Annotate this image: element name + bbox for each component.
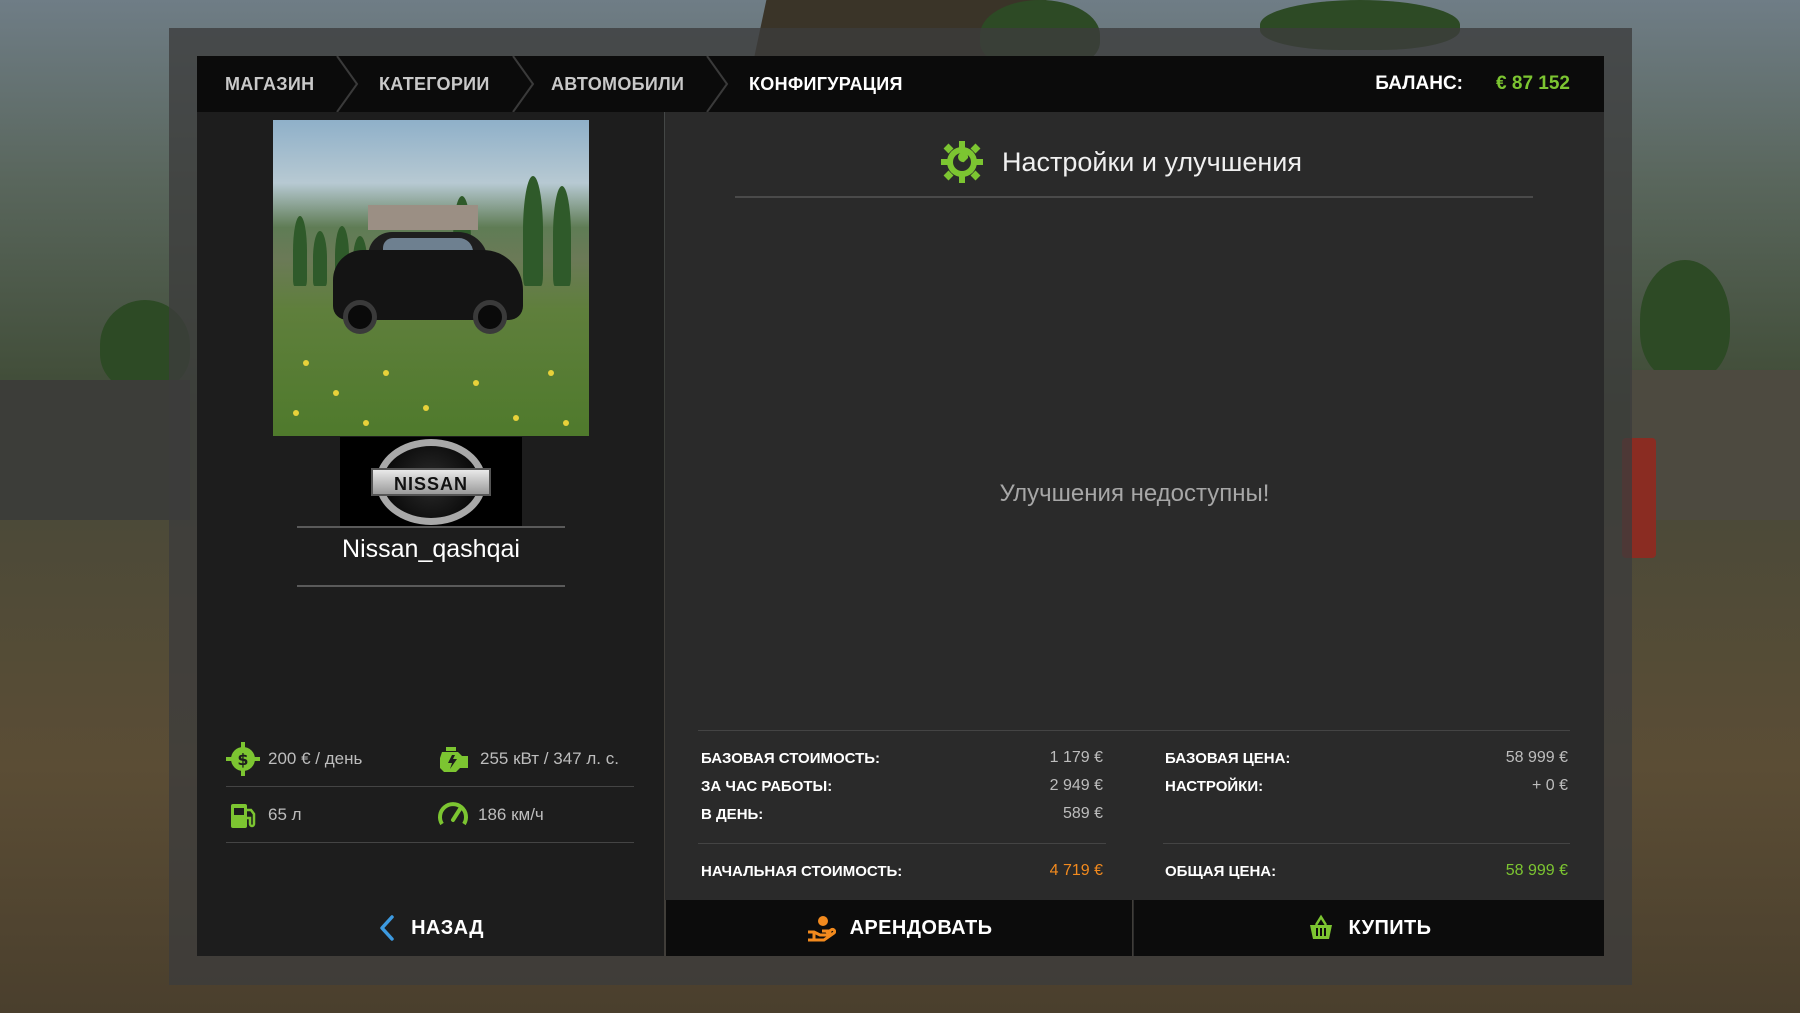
cost-value-per-day: 589 € (1062, 805, 1103, 822)
stat-speed-value: 186 км/ч (478, 805, 544, 824)
breadcrumb-separator-icon (512, 56, 535, 112)
back-button[interactable]: НАЗАД (197, 900, 664, 956)
buy-button[interactable]: КУПИТЬ (1134, 900, 1604, 956)
divider (226, 786, 634, 787)
cost-label-base: БАЗОВАЯ СТОИМОСТЬ: (701, 750, 881, 767)
fuel-pump-icon (231, 804, 256, 828)
divider (698, 843, 1106, 844)
vehicle-name: Nissan_qashqai (342, 535, 520, 563)
wrench-gear-icon (941, 141, 983, 183)
brand-logo: NISSAN (340, 437, 522, 527)
divider (226, 842, 634, 843)
balance-label: БАЛАНС: (1375, 73, 1463, 94)
back-button-label: НАЗАД (411, 916, 484, 939)
breadcrumb-separator-icon (336, 56, 359, 112)
background-tree (1640, 260, 1730, 380)
brand-logo-text: NISSAN (371, 468, 491, 496)
cost-value-base: 1 179 € (1049, 749, 1103, 766)
breadcrumb-categories[interactable]: КАТЕГОРИИ (379, 56, 490, 112)
cost-label-per-hour: ЗА ЧАС РАБОТЫ: (701, 778, 833, 795)
breadcrumb-shop[interactable]: МАГАЗИН (225, 56, 314, 112)
rent-button-label: АРЕНДОВАТЬ (849, 916, 993, 939)
divider (1163, 843, 1570, 844)
nissan-logo-icon: NISSAN (371, 439, 491, 525)
price-label-base: БАЗОВАЯ ЦЕНА: (1165, 750, 1291, 767)
top-bar: МАГАЗИН КАТЕГОРИИ АВТОМОБИЛИ КОНФИГУРАЦИ… (197, 56, 1604, 112)
price-label-total: ОБЩАЯ ЦЕНА: (1165, 863, 1277, 880)
chevron-left-icon (380, 915, 394, 941)
price-value-config: + 0 € (1531, 777, 1568, 794)
background-shed (0, 380, 190, 520)
rent-hand-icon (807, 916, 836, 942)
stat-daily-cost: $ 200 € / день (226, 741, 362, 777)
price-value-base: 58 999 € (1505, 749, 1568, 766)
cost-value-initial: 4 719 € (1049, 862, 1103, 879)
speedometer-icon (438, 802, 468, 826)
stat-power: 255 кВт / 347 л. с. (436, 741, 619, 777)
price-value-total: 58 999 € (1505, 862, 1568, 879)
engine-icon (440, 747, 468, 772)
stat-fuel-value: 65 л (268, 805, 302, 824)
configuration-title: Настройки и улучшения (940, 140, 1302, 184)
shopping-basket-icon (1309, 914, 1332, 939)
breadcrumb-separator-icon (706, 56, 729, 112)
cost-label-per-day: В ДЕНЬ: (701, 806, 764, 823)
configuration-title-text: Настройки и улучшения (1002, 146, 1302, 177)
divider (698, 730, 1570, 731)
breadcrumb-vehicles[interactable]: АВТОМОБИЛИ (551, 56, 684, 112)
vehicle-preview-image (273, 120, 589, 436)
rent-button[interactable]: АРЕНДОВАТЬ (666, 900, 1132, 956)
money-gear-icon: $ (226, 742, 260, 776)
stat-power-value: 255 кВт / 347 л. с. (480, 749, 619, 768)
upgrades-unavailable-message: Улучшения недоступны! (999, 480, 1270, 507)
stat-speed: 186 км/ч (436, 797, 544, 833)
breadcrumb-configuration[interactable]: КОНФИГУРАЦИЯ (749, 56, 903, 112)
divider (297, 526, 565, 528)
divider (735, 196, 1533, 198)
button-divider (1133, 900, 1134, 956)
buy-button-label: КУПИТЬ (1348, 916, 1432, 939)
divider (297, 585, 565, 587)
cost-value-per-hour: 2 949 € (1049, 777, 1103, 794)
cost-label-initial: НАЧАЛЬНАЯ СТОИМОСТЬ: (701, 863, 903, 880)
svg-text:$: $ (237, 750, 248, 769)
stat-fuel: 65 л (226, 797, 302, 833)
stat-daily-cost-value: 200 € / день (268, 749, 363, 768)
price-label-config: НАСТРОЙКИ: (1165, 778, 1264, 795)
balance-value: € 87 152 (1496, 73, 1570, 94)
